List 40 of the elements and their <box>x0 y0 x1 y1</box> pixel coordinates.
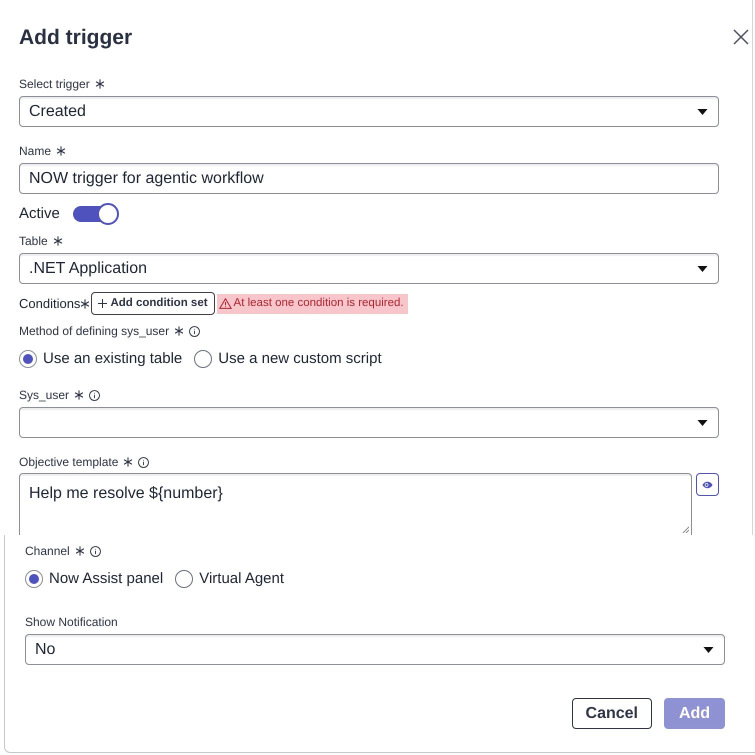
field-label: Active <box>19 204 60 224</box>
info-icon[interactable] <box>189 326 200 336</box>
field-label: Show Notification <box>25 614 118 630</box>
warning-icon <box>218 298 232 309</box>
radio-option[interactable]: Now Assist panel <box>25 570 164 588</box>
dropdown-caret-icon <box>697 266 708 272</box>
toggle-switch[interactable] <box>72 203 119 225</box>
radio-option[interactable]: Use an existing table <box>19 350 182 368</box>
field-label: Objective template <box>19 454 118 470</box>
dropdown-field[interactable] <box>19 407 719 438</box>
dropdown-field[interactable]: .NET Application <box>19 253 719 284</box>
dropdown-field[interactable]: No <box>25 634 725 665</box>
field-label: Channel <box>25 543 70 559</box>
eye-icon <box>702 480 713 488</box>
textarea-field[interactable]: Help me resolve ${number} <box>19 473 692 535</box>
dropdown-caret-icon <box>703 646 714 652</box>
dropdown-caret-icon <box>697 420 708 426</box>
field-label: Name <box>19 143 52 159</box>
text-field[interactable]: NOW trigger for agentic workflow <box>19 163 719 194</box>
radio-option[interactable]: Use a new custom script <box>194 350 382 368</box>
field-label: Conditions <box>19 294 80 313</box>
info-icon[interactable] <box>138 456 150 468</box>
info-icon[interactable] <box>90 546 101 556</box>
error-message: At least one condition is required. <box>216 294 408 314</box>
dropdown-field[interactable]: Created <box>19 96 719 127</box>
field-label: Method of defining sys_user <box>19 323 170 339</box>
field-label: Select trigger <box>19 76 90 92</box>
info-icon[interactable] <box>89 390 100 400</box>
field-label: Table <box>19 233 48 249</box>
plus-icon <box>98 299 108 308</box>
add-condition-set-button[interactable]: Add condition set <box>91 292 215 315</box>
dialog-title: Add trigger <box>19 25 132 51</box>
field-label: Sys_user <box>19 387 70 403</box>
dropdown-caret-icon <box>697 108 708 114</box>
close-button[interactable] <box>732 28 749 45</box>
preview-button[interactable] <box>696 473 719 496</box>
close-icon <box>732 28 748 44</box>
resize-grip-icon[interactable] <box>682 526 689 533</box>
radio-option[interactable]: Virtual Agent <box>175 570 284 588</box>
cancel-button[interactable]: Cancel <box>572 698 652 729</box>
